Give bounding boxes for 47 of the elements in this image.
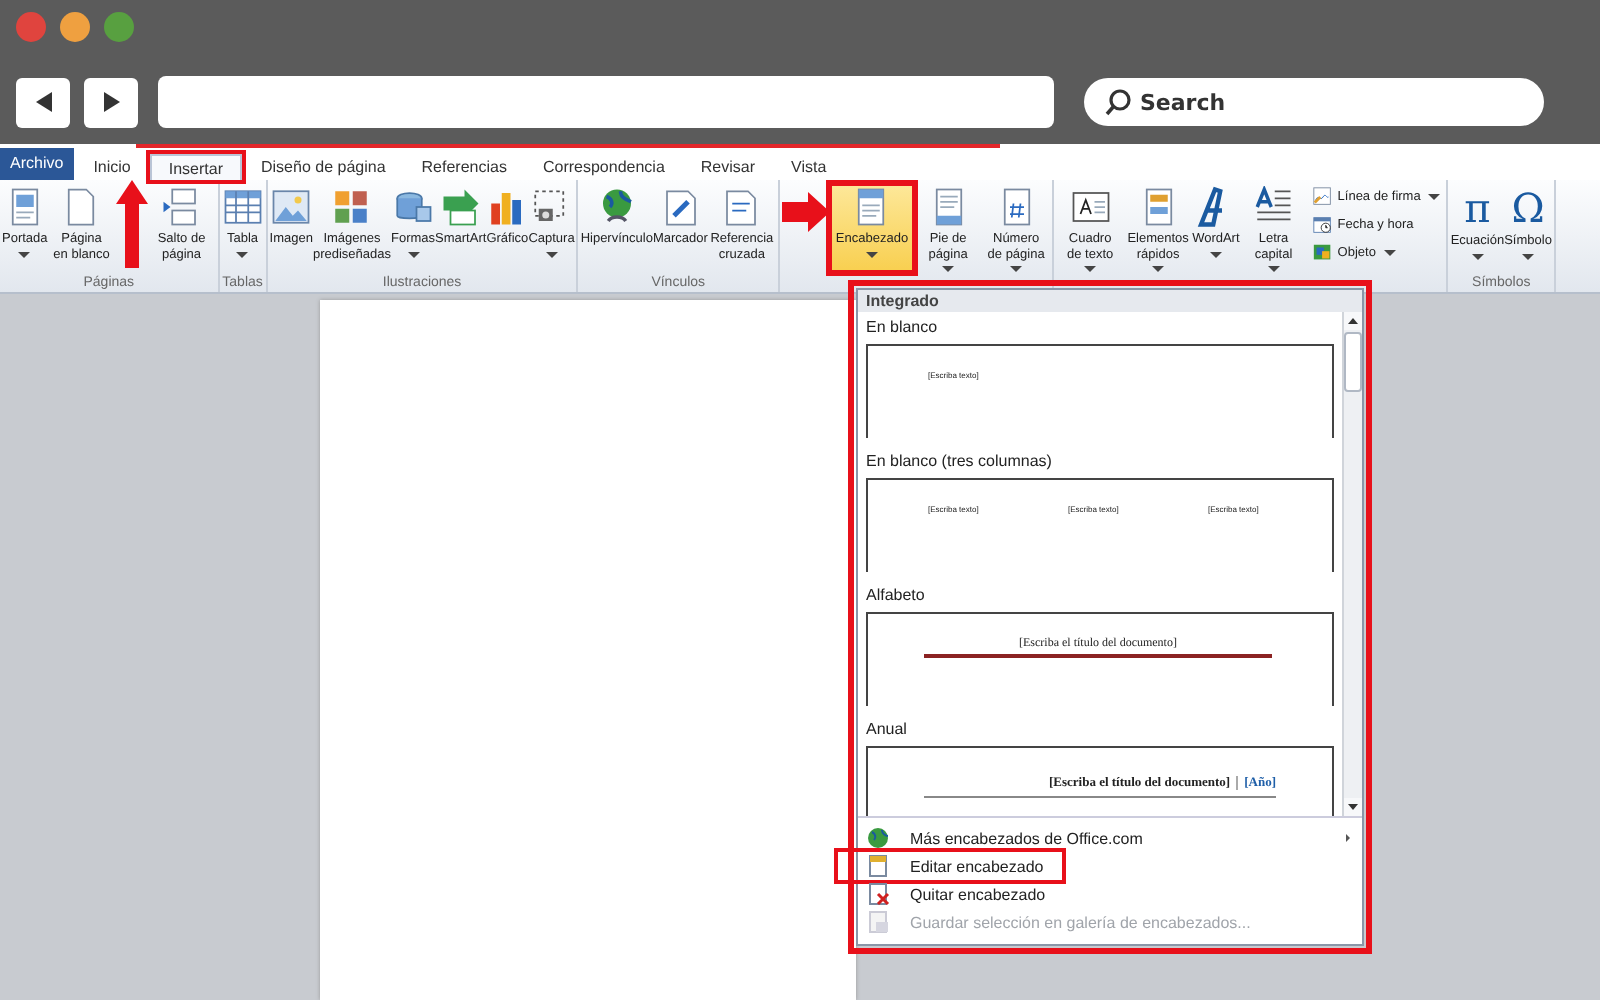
back-button[interactable]: [16, 77, 70, 127]
save-header-icon: [866, 910, 890, 934]
search-icon: [1104, 88, 1132, 116]
ribbon-tab[interactable]: Revisar: [684, 154, 772, 180]
object-icon: [1311, 242, 1334, 264]
address-field[interactable]: [158, 76, 1054, 128]
gallery-item-title: Anual: [866, 718, 909, 742]
remove-header-icon: [866, 882, 890, 906]
forward-icon: [99, 90, 123, 114]
ribbon-tab[interactable]: Vista: [775, 154, 843, 180]
ribbon-tab[interactable]: Insertar: [150, 154, 241, 180]
minimize-icon: [60, 12, 90, 42]
picture-icon: [270, 186, 313, 228]
back-icon: [31, 90, 55, 114]
signature-icon: [1311, 186, 1334, 208]
symbol-icon: Ω: [1511, 186, 1545, 230]
pointer-arrow: [781, 192, 830, 232]
gallery-item-title: Alfabeto: [866, 584, 927, 608]
ribbon-tab[interactable]: Diseño de página: [245, 154, 402, 180]
menu-item[interactable]: Más encabezados de Office.com: [858, 824, 1362, 852]
pointer-arrow: [115, 180, 148, 268]
symbol-icon: π: [1464, 186, 1491, 230]
smartart-icon: [439, 186, 482, 228]
shapes-icon: [392, 186, 435, 228]
file-tab[interactable]: Archivo: [0, 148, 74, 180]
menu-item[interactable]: Quitar encabezado: [858, 880, 1362, 908]
ribbon-tab[interactable]: Referencias: [405, 154, 523, 180]
text-box-icon: [1069, 186, 1112, 228]
edit-header-icon: [866, 854, 890, 878]
menu-item[interactable]: Editar encabezado: [838, 852, 1062, 880]
maximize-icon: [104, 12, 134, 42]
scroll-thumb[interactable]: [1344, 332, 1362, 392]
gallery-item-title: En blanco (tres columnas): [866, 450, 1054, 474]
search-field[interactable]: Search: [1084, 78, 1544, 126]
forward-button[interactable]: [84, 77, 138, 127]
close-icon: [16, 12, 46, 42]
gallery-item-title: En blanco: [866, 316, 940, 340]
section-heading: Integrado: [858, 290, 1362, 312]
scroll-down-icon: [1348, 804, 1358, 810]
calendar-icon: [1311, 214, 1334, 236]
ribbon-tab[interactable]: Correspondencia: [526, 154, 681, 180]
clip-art-icon: [330, 186, 373, 228]
table-icon: [221, 186, 264, 228]
web-globe-icon: [866, 826, 890, 850]
ribbon-tab[interactable]: Inicio: [77, 154, 147, 180]
scrollbar[interactable]: [1342, 312, 1362, 816]
scroll-up-icon: [1348, 318, 1358, 324]
